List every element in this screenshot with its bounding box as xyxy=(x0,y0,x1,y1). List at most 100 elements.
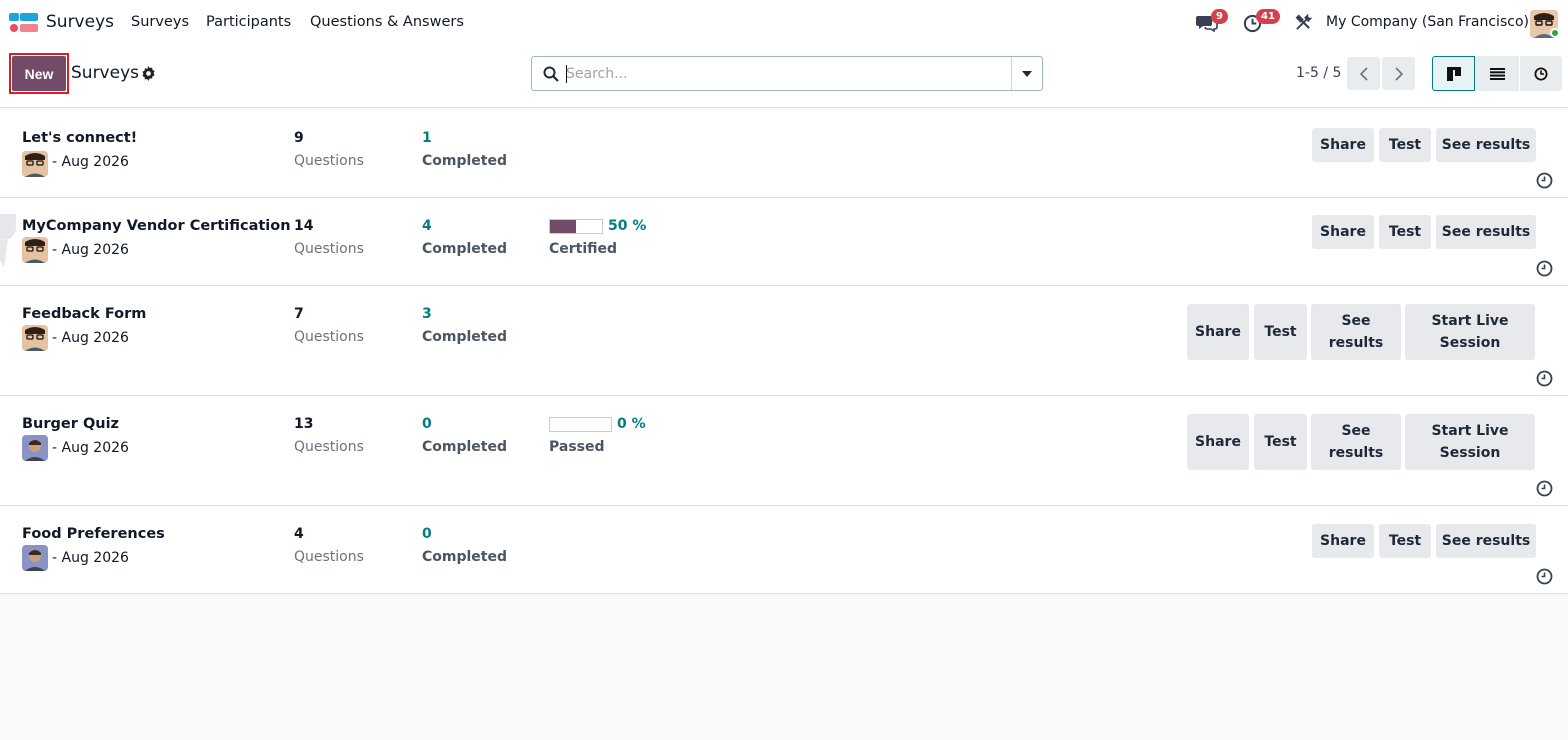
share-button[interactable]: Share xyxy=(1312,128,1374,162)
survey-title: Feedback Form xyxy=(22,306,147,322)
control-panel: New Surveys 1-5 / 5 xyxy=(0,46,1568,108)
completed-count[interactable]: 4 xyxy=(422,218,432,234)
survey-date: - Aug 2026 xyxy=(52,242,129,258)
menu-participants[interactable]: Participants xyxy=(206,14,291,30)
start-live-session-button[interactable]: Start Live Session xyxy=(1405,304,1535,360)
see-results-button[interactable]: See results xyxy=(1436,524,1536,558)
success-label: Passed xyxy=(549,439,605,455)
questions-label: Questions xyxy=(294,439,364,455)
questions-label: Questions xyxy=(294,241,364,257)
questions-label: Questions xyxy=(294,153,364,169)
questions-count: 7 xyxy=(294,306,304,322)
survey-title: Burger Quiz xyxy=(22,416,119,432)
questions-count: 13 xyxy=(294,416,314,432)
survey-date: - Aug 2026 xyxy=(52,154,129,170)
survey-date: - Aug 2026 xyxy=(52,330,129,346)
top-navbar: Surveys Surveys Participants Questions &… xyxy=(0,0,1568,46)
avatar xyxy=(22,237,48,263)
gear-icon[interactable] xyxy=(141,66,156,81)
completed-label[interactable]: Completed xyxy=(422,329,507,345)
see-results-button[interactable]: See results xyxy=(1436,128,1536,162)
menu-surveys[interactable]: Surveys xyxy=(131,14,189,30)
list-view-button[interactable] xyxy=(1476,56,1519,91)
avatar xyxy=(22,151,48,177)
completed-count[interactable]: 3 xyxy=(422,306,432,322)
success-label: Certified xyxy=(549,241,618,257)
search-input[interactable] xyxy=(566,63,1006,85)
new-button[interactable]: New xyxy=(12,56,66,91)
chevron-right-icon xyxy=(1394,66,1403,81)
avatar xyxy=(22,545,48,571)
clock-icon[interactable] xyxy=(1536,568,1553,585)
search-bar xyxy=(531,56,1043,91)
success-progress-fill xyxy=(550,220,576,233)
test-button[interactable]: Test xyxy=(1379,524,1431,558)
debug-tools-icon[interactable] xyxy=(1295,14,1312,31)
chevron-left-icon xyxy=(1359,66,1368,81)
success-percentage: 50 % xyxy=(608,218,647,234)
share-button[interactable]: Share xyxy=(1312,524,1374,558)
presence-indicator xyxy=(1550,28,1560,38)
activity-view-button[interactable] xyxy=(1520,56,1562,91)
list-view-icon xyxy=(1490,67,1505,80)
list-item[interactable]: Feedback Form - Aug 2026 7 Questions 3 C… xyxy=(0,286,1568,396)
completed-count[interactable]: 0 xyxy=(422,416,432,432)
pager-previous-button[interactable] xyxy=(1347,57,1380,90)
see-results-button[interactable]: See results xyxy=(1436,215,1536,249)
clock-icon[interactable] xyxy=(1536,260,1553,277)
completed-label[interactable]: Completed xyxy=(422,549,507,565)
questions-label: Questions xyxy=(294,549,364,565)
clock-icon[interactable] xyxy=(1536,172,1553,189)
trophy-ribbon-icon xyxy=(0,214,16,268)
company-switcher[interactable]: My Company (San Francisco) xyxy=(1326,14,1529,30)
share-button[interactable]: Share xyxy=(1187,304,1249,360)
list-item[interactable]: Let's connect! - Aug 2026 9 Questions 1 … xyxy=(0,110,1568,198)
completed-label[interactable]: Completed xyxy=(422,439,507,455)
see-results-button[interactable]: See results xyxy=(1311,414,1401,470)
search-icon xyxy=(543,66,559,82)
completed-count[interactable]: 0 xyxy=(422,526,432,542)
survey-title: Food Preferences xyxy=(22,526,165,542)
success-percentage: 0 % xyxy=(617,416,646,432)
questions-count: 4 xyxy=(294,526,304,542)
success-progress-bar xyxy=(549,219,603,234)
share-button[interactable]: Share xyxy=(1312,215,1374,249)
list-item[interactable]: Burger Quiz - Aug 2026 13 Questions 0 Co… xyxy=(0,396,1568,506)
survey-date: - Aug 2026 xyxy=(52,550,129,566)
page-title: Surveys xyxy=(71,63,139,83)
test-button[interactable]: Test xyxy=(1254,414,1307,470)
clock-icon[interactable] xyxy=(1536,480,1553,497)
clock-icon[interactable] xyxy=(1536,370,1553,387)
activity-view-icon xyxy=(1534,67,1548,80)
avatar xyxy=(22,325,48,351)
test-button[interactable]: Test xyxy=(1379,215,1431,249)
test-button[interactable]: Test xyxy=(1379,128,1431,162)
questions-label: Questions xyxy=(294,329,364,345)
messages-badge: 9 xyxy=(1211,9,1228,24)
completed-label[interactable]: Completed xyxy=(422,153,507,169)
see-results-button[interactable]: See results xyxy=(1311,304,1401,360)
completed-label[interactable]: Completed xyxy=(422,241,507,257)
pager-next-button[interactable] xyxy=(1382,57,1415,90)
menu-questions-answers[interactable]: Questions & Answers xyxy=(310,14,464,30)
pager-value[interactable]: 1-5 / 5 xyxy=(1296,65,1341,81)
app-name[interactable]: Surveys xyxy=(46,12,114,32)
survey-date: - Aug 2026 xyxy=(52,440,129,456)
share-button[interactable]: Share xyxy=(1187,414,1249,470)
questions-count: 14 xyxy=(294,218,314,234)
survey-title: Let's connect! xyxy=(22,130,138,146)
start-live-session-button[interactable]: Start Live Session xyxy=(1405,414,1535,470)
list-item[interactable]: Food Preferences - Aug 2026 4 Questions … xyxy=(0,506,1568,594)
success-progress-bar xyxy=(549,417,612,432)
test-button[interactable]: Test xyxy=(1254,304,1307,360)
text-caret xyxy=(566,65,567,83)
search-options-toggle[interactable] xyxy=(1011,57,1042,90)
kanban-view-button[interactable] xyxy=(1432,56,1475,91)
completed-count[interactable]: 1 xyxy=(422,130,432,146)
apps-icon[interactable] xyxy=(9,13,39,33)
avatar xyxy=(22,435,48,461)
list-item[interactable]: MyCompany Vendor Certification - Aug 202… xyxy=(0,198,1568,286)
activities-badge: 41 xyxy=(1256,9,1280,24)
kanban-view-icon xyxy=(1446,66,1461,81)
survey-title: MyCompany Vendor Certification xyxy=(22,218,291,234)
